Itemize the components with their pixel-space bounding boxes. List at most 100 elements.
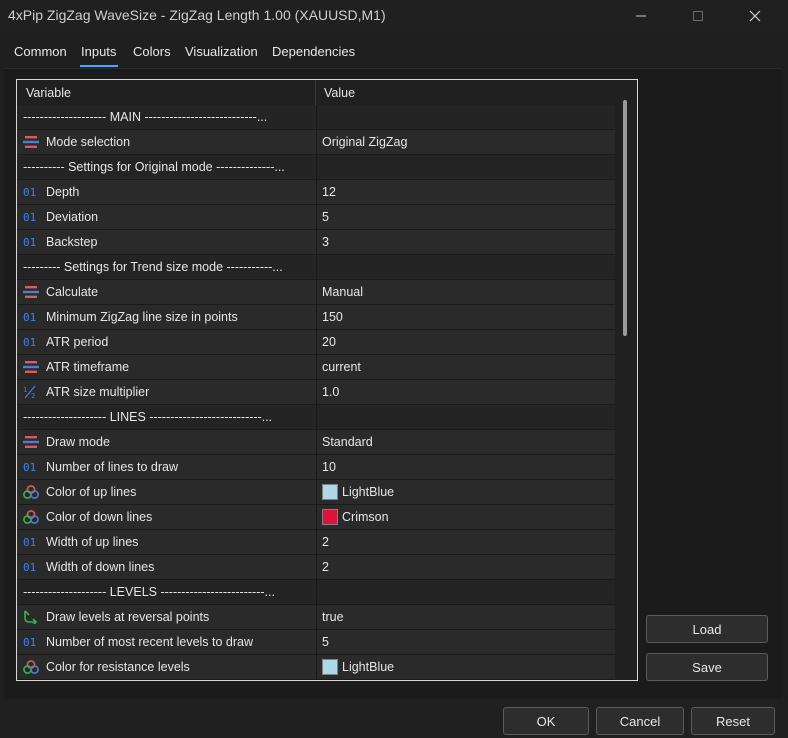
variable-label: Depth <box>46 185 80 199</box>
title-bar: 4xPip ZigZag WaveSize - ZigZag Length 1.… <box>0 0 788 32</box>
input-row[interactable]: 01 Backstep 3 <box>17 230 615 255</box>
input-row[interactable]: 01 Number of lines to draw 10 <box>17 455 615 480</box>
section-separator-row[interactable]: -------------------- MAIN --------------… <box>17 105 615 130</box>
value-text: Standard <box>322 435 373 449</box>
value-cell[interactable]: Manual <box>316 280 616 304</box>
tab-common[interactable]: Common <box>14 44 67 59</box>
ok-button[interactable]: OK <box>503 707 589 735</box>
variable-label: ATR size multiplier <box>46 385 150 399</box>
value-cell[interactable]: 20 <box>316 330 616 354</box>
svg-text:1: 1 <box>23 386 27 394</box>
variable-label: -------------------- MAIN --------------… <box>23 110 268 124</box>
input-row[interactable]: Draw mode Standard <box>17 430 615 455</box>
cancel-button[interactable]: Cancel <box>596 707 684 735</box>
value-text: 5 <box>322 210 329 224</box>
svg-text:01: 01 <box>23 311 36 324</box>
variable-label: Number of most recent levels to draw <box>46 635 254 649</box>
tab-inputs[interactable]: Inputs <box>81 44 116 59</box>
input-row[interactable]: ATR timeframe current <box>17 355 615 380</box>
variable-label: Width of down lines <box>46 560 155 574</box>
input-row[interactable]: Color of down lines Crimson <box>17 505 615 530</box>
input-row[interactable]: Mode selection Original ZigZag <box>17 130 615 155</box>
svg-text:01: 01 <box>23 336 36 349</box>
window-title: 4xPip ZigZag WaveSize - ZigZag Length 1.… <box>8 7 386 23</box>
int-icon: 01 <box>23 210 39 224</box>
section-separator-row[interactable]: --------- Settings for Trend size mode -… <box>17 255 615 280</box>
maximize-icon <box>693 11 703 21</box>
minimize-icon <box>636 15 646 17</box>
input-row[interactable]: 01 Depth 12 <box>17 180 615 205</box>
value-cell[interactable]: true <box>316 605 616 629</box>
value-text: LightBlue <box>342 660 395 674</box>
value-text: Manual <box>322 285 363 299</box>
tab-bar: Common Inputs Colors Visualization Depen… <box>0 38 788 68</box>
input-row[interactable]: Color for resistance levels LightBlue <box>17 655 615 680</box>
input-row[interactable]: 01 Width of up lines 2 <box>17 530 615 555</box>
reset-button[interactable]: Reset <box>691 707 775 735</box>
input-row[interactable]: 01 ATR period 20 <box>17 330 615 355</box>
variable-label: Draw mode <box>46 435 110 449</box>
input-row[interactable]: 1 2 ATR size multiplier 1.0 <box>17 380 615 405</box>
variable-label: Color for resistance levels <box>46 660 190 674</box>
value-cell[interactable]: 150 <box>316 305 616 329</box>
value-cell <box>316 255 616 279</box>
value-cell <box>316 105 616 129</box>
value-cell[interactable]: 5 <box>316 630 616 654</box>
variable-cell: -------------------- MAIN --------------… <box>17 105 315 129</box>
input-row[interactable]: Draw levels at reversal points true <box>17 605 615 630</box>
column-header-value[interactable]: Value <box>324 86 355 100</box>
active-tab-indicator <box>80 65 118 67</box>
scrollbar-thumb[interactable] <box>623 100 627 336</box>
tab-dependencies[interactable]: Dependencies <box>272 44 355 59</box>
value-text: current <box>322 360 361 374</box>
save-button[interactable]: Save <box>646 653 768 681</box>
column-divider[interactable] <box>315 80 316 105</box>
close-icon <box>749 10 761 22</box>
color-icon <box>23 660 39 674</box>
value-text: 10 <box>322 460 336 474</box>
close-button[interactable] <box>732 0 778 32</box>
scrollbar-track[interactable] <box>619 80 635 680</box>
section-separator-row[interactable]: -------------------- LINES -------------… <box>17 405 615 430</box>
value-cell[interactable]: 2 <box>316 555 616 579</box>
value-cell[interactable]: Original ZigZag <box>316 130 616 154</box>
value-cell <box>316 155 616 179</box>
section-separator-row[interactable]: ---------- Settings for Original mode --… <box>17 155 615 180</box>
section-separator-row[interactable]: -------------------- LEVELS ------------… <box>17 580 615 605</box>
input-row[interactable]: 01 Width of down lines 2 <box>17 555 615 580</box>
svg-text:01: 01 <box>23 636 36 649</box>
value-cell[interactable]: 1.0 <box>316 380 616 404</box>
value-cell[interactable]: Crimson <box>316 505 616 529</box>
value-cell[interactable]: LightBlue <box>316 655 616 679</box>
variable-cell: 01 Number of most recent levels to draw <box>17 630 315 654</box>
input-row[interactable]: Color of up lines LightBlue <box>17 480 615 505</box>
value-cell[interactable]: current <box>316 355 616 379</box>
tab-colors[interactable]: Colors <box>133 44 171 59</box>
value-text: 3 <box>322 235 329 249</box>
input-row[interactable]: 01 Minimum ZigZag line size in points 150 <box>17 305 615 330</box>
minimize-button[interactable] <box>618 0 664 32</box>
column-header-variable[interactable]: Variable <box>26 86 71 100</box>
input-row[interactable]: 01 Deviation 5 <box>17 205 615 230</box>
value-cell[interactable]: LightBlue <box>316 480 616 504</box>
bool-arrow-icon <box>23 610 39 626</box>
svg-text:01: 01 <box>23 211 36 224</box>
load-button[interactable]: Load <box>646 615 768 643</box>
variable-cell: -------------------- LINES -------------… <box>17 405 315 429</box>
value-cell[interactable]: 10 <box>316 455 616 479</box>
variable-cell: ATR timeframe <box>17 355 315 379</box>
value-cell[interactable]: 2 <box>316 530 616 554</box>
value-cell[interactable]: 3 <box>316 230 616 254</box>
tab-visualization[interactable]: Visualization <box>185 44 258 59</box>
maximize-button[interactable] <box>675 0 721 32</box>
value-text: 20 <box>322 335 336 349</box>
input-row[interactable]: 01 Number of most recent levels to draw 5 <box>17 630 615 655</box>
svg-text:01: 01 <box>23 236 36 249</box>
value-cell[interactable]: Standard <box>316 430 616 454</box>
variable-cell: Mode selection <box>17 130 315 154</box>
value-cell[interactable]: 5 <box>316 205 616 229</box>
value-text: Crimson <box>342 510 389 524</box>
variable-label: Minimum ZigZag line size in points <box>46 310 238 324</box>
input-row[interactable]: Calculate Manual <box>17 280 615 305</box>
value-cell[interactable]: 12 <box>316 180 616 204</box>
